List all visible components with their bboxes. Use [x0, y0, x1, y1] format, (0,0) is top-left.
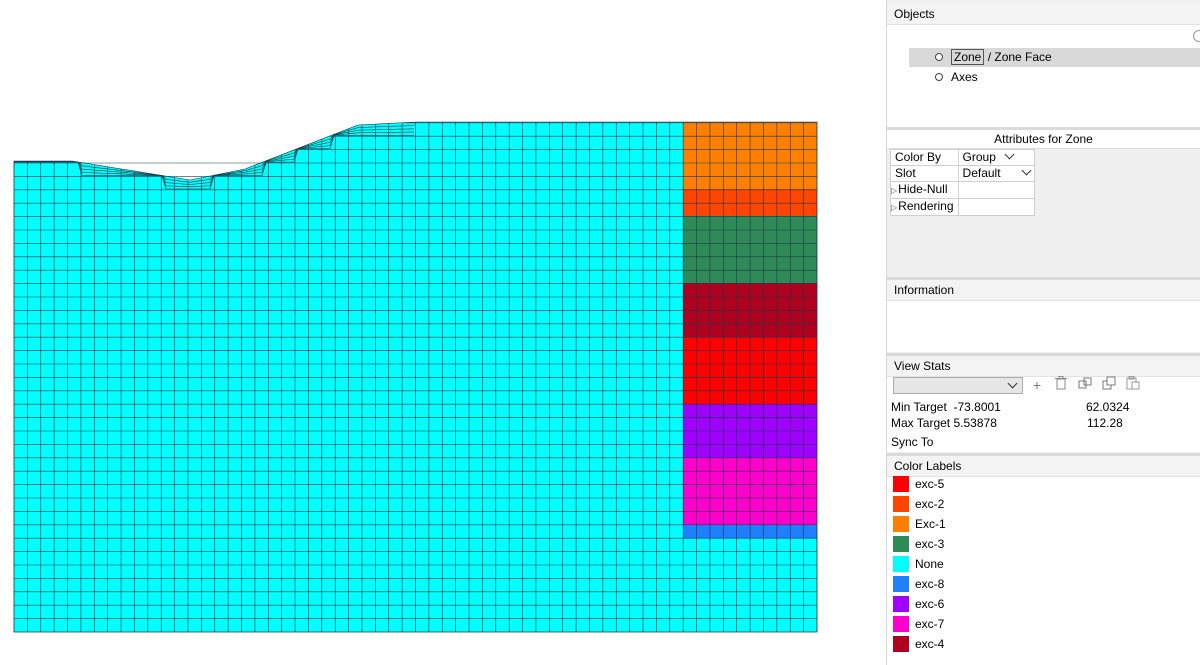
object-item-axes[interactable]: Axes — [909, 68, 1200, 87]
copy-icon[interactable] — [1101, 376, 1117, 394]
radio-icon[interactable] — [935, 73, 943, 81]
slot-value: Default — [962, 166, 1001, 180]
view-stats-title: View Stats — [887, 356, 1200, 377]
information-title: Information — [887, 280, 1200, 301]
max-target-line: Max Target 5.53878 112.28 — [891, 415, 1200, 431]
color-label-text: exc-2 — [915, 497, 945, 511]
objects-section: Objects Zone / Zone Face Axes — [887, 4, 1200, 128]
color-swatch[interactable] — [893, 516, 909, 532]
chevron-down-icon[interactable] — [1021, 165, 1032, 176]
objects-title: Objects — [887, 4, 1200, 25]
attr-key: Slot — [890, 165, 959, 182]
color-label-text: exc-8 — [915, 577, 945, 591]
color-swatch[interactable] — [893, 576, 909, 592]
color-by-value: Group — [962, 150, 996, 164]
max-target-value-2: 112.28 — [1087, 416, 1123, 430]
expand-triangle-icon[interactable]: ▷ — [891, 186, 897, 195]
link-icon[interactable] — [1077, 376, 1093, 394]
attr-row-rendering[interactable]: ▷Rendering — [890, 198, 1035, 216]
scroll-indicator-icon[interactable] — [1193, 30, 1200, 42]
attr-key: Rendering — [898, 199, 954, 213]
attr-value — [957, 181, 1035, 199]
attr-value — [957, 198, 1035, 216]
color-label-text: exc-6 — [915, 597, 945, 611]
max-target-value: 5.53878 — [953, 416, 997, 430]
color-label-text: exc-4 — [915, 637, 945, 651]
color-label-text: None — [915, 557, 944, 571]
color-by-select[interactable]: Group — [957, 149, 1035, 166]
attr-row-slot[interactable]: Slot Default — [890, 165, 1035, 182]
color-label-text: exc-3 — [915, 537, 945, 551]
color-swatch[interactable] — [893, 616, 909, 632]
attributes-section: Attributes for Zone Color By Group Slot … — [887, 130, 1200, 276]
view-stats-select[interactable] — [893, 377, 1023, 394]
sync-to-label[interactable]: Sync To — [891, 434, 1200, 450]
attr-key: Color By — [890, 149, 959, 166]
model-viewport[interactable] — [0, 0, 885, 665]
color-label-text: exc-7 — [915, 617, 945, 631]
attributes-title: Attributes for Zone — [887, 130, 1200, 149]
object-label-axes: Axes — [951, 70, 978, 84]
add-icon[interactable]: + — [1029, 376, 1045, 394]
information-section: Information — [887, 280, 1200, 352]
paste-icon[interactable] — [1125, 376, 1141, 394]
attr-row-color-by[interactable]: Color By Group — [890, 149, 1035, 166]
expand-triangle-icon[interactable]: ▷ — [891, 203, 897, 212]
min-target-value: -73.8001 — [953, 400, 1001, 414]
color-swatch[interactable] — [893, 536, 909, 552]
zone-mesh[interactable] — [0, 0, 885, 665]
chevron-down-icon[interactable] — [1004, 149, 1015, 160]
min-target-line: Min Target -73.8001 62.0324 — [891, 399, 1200, 415]
color-swatch[interactable] — [893, 596, 909, 612]
trash-icon[interactable] — [1053, 376, 1069, 394]
color-label-text: Exc-1 — [915, 517, 946, 531]
control-panel: Objects Zone / Zone Face Axes Attributes… — [886, 0, 1200, 665]
color-swatch[interactable] — [893, 636, 909, 652]
max-target-label: Max Target — [891, 416, 951, 430]
slot-select[interactable]: Default — [957, 165, 1035, 182]
object-label-zone: Zone — [951, 49, 985, 65]
attr-key: Hide-Null — [898, 182, 948, 196]
color-labels-title: Color Labels — [887, 456, 1200, 477]
attributes-table: Color By Group Slot Default ▷Hide-Null ▷… — [890, 149, 1035, 216]
mesh-grid — [13, 121, 818, 633]
attr-row-hide-null[interactable]: ▷Hide-Null — [890, 181, 1035, 199]
color-swatch[interactable] — [893, 496, 909, 512]
object-item-zone[interactable]: Zone / Zone Face — [909, 48, 1200, 67]
radio-icon[interactable] — [935, 53, 943, 61]
color-labels-section: Color Labels exc-5 exc-2 Exc-1 exc-3 None exc… — [887, 456, 1200, 665]
color-label-text: exc-5 — [915, 477, 945, 491]
min-target-label: Min Target — [891, 400, 947, 414]
object-label-zone-face: / Zone Face — [984, 50, 1052, 64]
min-target-value-2: 62.0324 — [1086, 400, 1130, 414]
color-swatch[interactable] — [893, 556, 909, 572]
view-stats-section: View Stats + Min Target -73.8001 62.0324… — [887, 356, 1200, 452]
chevron-down-icon[interactable] — [1007, 378, 1018, 389]
color-swatch[interactable] — [893, 476, 909, 492]
